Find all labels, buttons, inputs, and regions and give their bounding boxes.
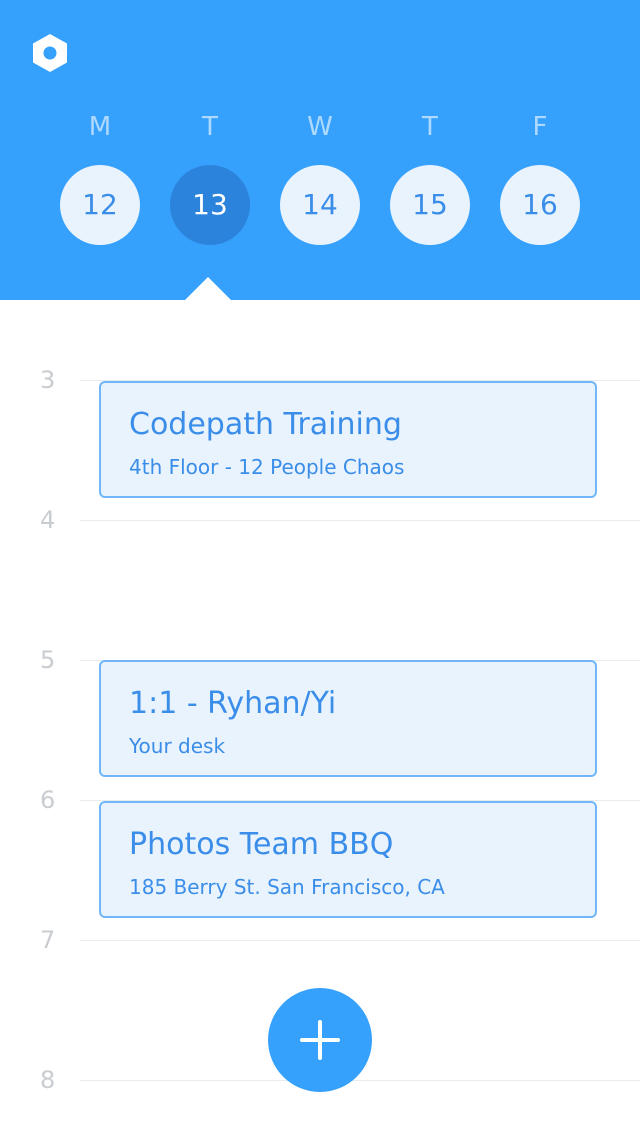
event-title: Photos Team BBQ: [129, 827, 394, 862]
add-event-button[interactable]: [268, 988, 372, 1092]
weekday-letter-fri: F: [532, 112, 548, 142]
date-button-16[interactable]: 16: [500, 165, 580, 245]
event-card[interactable]: Codepath Training 4th Floor - 12 People …: [99, 381, 597, 498]
event-card[interactable]: 1:1 - Ryhan/Yi Your desk: [99, 660, 597, 777]
date-button-13-selected[interactable]: 13: [170, 165, 250, 245]
event-title: 1:1 - Ryhan/Yi: [129, 686, 337, 721]
weekday-letter-wed: W: [307, 112, 333, 142]
calendar-header: M T W T F 12 13 14 15 16: [0, 0, 640, 300]
event-location: Your desk: [129, 734, 226, 758]
hour-label: 7: [40, 926, 56, 954]
weekday-letter-mon: M: [88, 112, 112, 142]
hour-label: 6: [40, 786, 56, 814]
hour-label: 5: [40, 646, 56, 674]
hour-label: 3: [40, 366, 56, 394]
plus-icon: [300, 1020, 340, 1060]
hexagon-icon[interactable]: [30, 32, 70, 74]
event-location: 4th Floor - 12 People Chaos: [129, 455, 405, 479]
date-button-14[interactable]: 14: [280, 165, 360, 245]
selected-day-pointer: [184, 277, 232, 301]
hour-label: 8: [40, 1066, 56, 1094]
event-location: 185 Berry St. San Francisco, CA: [129, 875, 445, 899]
hour-label: 4: [40, 506, 56, 534]
event-title: Codepath Training: [129, 407, 402, 442]
date-button-12[interactable]: 12: [60, 165, 140, 245]
weekday-letter-thu: T: [422, 112, 438, 142]
hour-divider: [80, 520, 640, 521]
date-button-15[interactable]: 15: [390, 165, 470, 245]
event-card[interactable]: Photos Team BBQ 185 Berry St. San Franci…: [99, 801, 597, 918]
weekday-letter-tue: T: [202, 112, 218, 142]
hour-divider: [80, 940, 640, 941]
